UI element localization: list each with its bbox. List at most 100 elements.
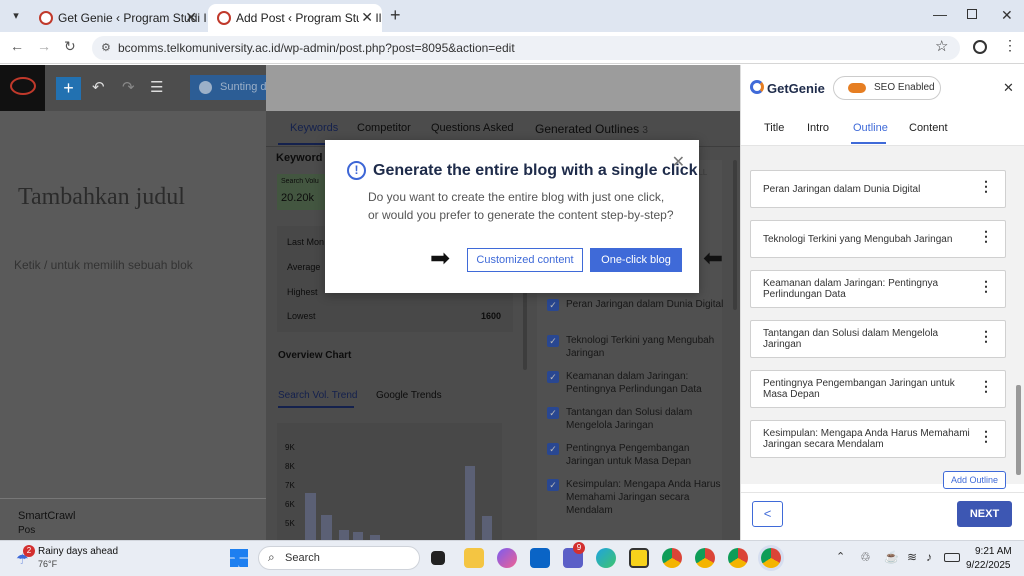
minimize-icon[interactable]: — bbox=[933, 6, 947, 22]
seo-icon bbox=[848, 83, 866, 93]
outline-card[interactable]: Keamanan dalam Jaringan: Pentingnya Perl… bbox=[750, 270, 1006, 308]
block-inserter-button[interactable]: + bbox=[56, 77, 81, 100]
chrome-profile-icon[interactable] bbox=[695, 548, 715, 568]
outlook-icon[interactable] bbox=[530, 548, 550, 568]
restore-icon[interactable] bbox=[967, 9, 977, 19]
volume-icon[interactable]: ♪ bbox=[926, 550, 932, 564]
taskbar-search[interactable]: ⌕ Search bbox=[258, 546, 420, 570]
modal-backdrop[interactable] bbox=[266, 65, 740, 540]
seo-enabled-badge[interactable]: SEO Enabled bbox=[833, 76, 941, 100]
outline-card-text: Kesimpulan: Mengapa Anda Harus Memahami … bbox=[763, 428, 970, 450]
teams-icon[interactable]: 9 bbox=[563, 542, 585, 568]
smartcrawl-subtitle: Pos bbox=[18, 525, 36, 536]
wifi-icon[interactable]: ≋ bbox=[907, 550, 917, 564]
genie-icon bbox=[199, 81, 212, 94]
undo-icon[interactable]: ↶ bbox=[92, 78, 105, 96]
close-sidebar-icon[interactable]: ✕ bbox=[1003, 80, 1014, 96]
weather-badge: 2 bbox=[23, 545, 35, 557]
chrome-profile-icon[interactable] bbox=[662, 548, 682, 568]
sidebar-scrollbar[interactable] bbox=[1016, 385, 1021, 475]
smartcrawl-title[interactable]: SmartCrawl bbox=[18, 510, 75, 522]
chrome-active-icon[interactable] bbox=[761, 548, 781, 568]
battery-icon[interactable] bbox=[944, 553, 960, 562]
browser-menu-icon[interactable]: ⋮ bbox=[1003, 37, 1017, 54]
more-options-icon[interactable]: ⋮ bbox=[979, 179, 993, 193]
site-favicon-icon bbox=[217, 11, 231, 25]
close-icon[interactable]: ✕ bbox=[672, 152, 685, 172]
sidebar-footer-divider bbox=[741, 492, 1024, 493]
browser-tab-get-genie[interactable]: Get Genie ‹ Program Studi Ilmu ✕ bbox=[30, 4, 206, 32]
getgenie-logo-icon bbox=[750, 80, 764, 94]
redo-icon[interactable]: ↷ bbox=[122, 78, 135, 96]
bookmark-star-icon[interactable]: ☆ bbox=[935, 37, 948, 55]
next-button[interactable]: NEXT bbox=[957, 501, 1012, 527]
site-logo-icon[interactable] bbox=[0, 65, 45, 111]
close-window-icon[interactable]: ✕ bbox=[1001, 7, 1013, 24]
tab-search-chevron-icon[interactable]: ▾ bbox=[7, 7, 25, 25]
new-tab-button[interactable]: + bbox=[390, 5, 401, 26]
outline-card-text: Teknologi Terkini yang Mengubah Jaringan bbox=[763, 233, 953, 245]
one-click-blog-button[interactable]: One-click blog bbox=[590, 248, 682, 272]
modal-body: Do you want to create the entire blog wi… bbox=[368, 190, 674, 222]
outline-card[interactable]: Peran Jaringan dalam Dunia Digital ⋮ bbox=[750, 170, 1006, 208]
teams-badge: 9 bbox=[573, 542, 585, 554]
site-info-icon[interactable]: ⚙ bbox=[101, 41, 111, 54]
getgenie-brand: GetGenie bbox=[767, 81, 825, 96]
file-explorer-icon[interactable] bbox=[464, 548, 484, 568]
site-favicon-icon bbox=[39, 11, 53, 25]
outline-card[interactable]: Kesimpulan: Mengapa Anda Harus Memahami … bbox=[750, 420, 1006, 458]
more-options-icon[interactable]: ⋮ bbox=[979, 279, 993, 293]
more-options-icon[interactable]: ⋮ bbox=[979, 429, 993, 443]
post-title-input[interactable]: Tambahkan judul bbox=[18, 184, 185, 211]
profile-icon[interactable] bbox=[973, 40, 987, 54]
close-tab-icon[interactable]: ✕ bbox=[359, 9, 373, 26]
customized-content-button[interactable]: Customized content bbox=[467, 248, 583, 272]
url-bar[interactable]: ⚙ bcomms.telkomuniversity.ac.id/wp-admin… bbox=[92, 36, 960, 60]
task-view-icon[interactable] bbox=[431, 551, 445, 565]
chrome-icon[interactable] bbox=[728, 548, 748, 568]
more-options-icon[interactable]: ⋮ bbox=[979, 329, 993, 343]
url-text: bcomms.telkomuniversity.ac.id/wp-admin/p… bbox=[118, 41, 515, 55]
reload-icon[interactable]: ↻ bbox=[64, 38, 76, 55]
outline-card-text: Peran Jaringan dalam Dunia Digital bbox=[763, 183, 921, 195]
tray-app-icon[interactable]: ♲ bbox=[860, 550, 871, 564]
tab-outline[interactable]: Outline bbox=[853, 122, 888, 134]
tab-title[interactable]: Title bbox=[764, 122, 784, 134]
forward-icon[interactable]: → bbox=[37, 38, 51, 54]
back-button[interactable]: < bbox=[752, 501, 783, 527]
clock-time[interactable]: 9:21 AM bbox=[975, 546, 1012, 557]
outline-card[interactable]: Tantangan dan Solusi dalam Mengelola Jar… bbox=[750, 320, 1006, 358]
tab-title: Get Genie ‹ Program Studi Ilmu bbox=[58, 11, 206, 25]
browser-tab-add-post[interactable]: Add Post ‹ Program Studi Ilmu ✕ bbox=[208, 4, 382, 32]
list-view-icon[interactable]: ☰ bbox=[150, 78, 163, 96]
clock-date[interactable]: 9/22/2025 bbox=[966, 560, 1011, 571]
close-tab-icon[interactable]: ✕ bbox=[185, 9, 197, 26]
modal-title: Generate the entire blog with a single c… bbox=[373, 162, 698, 179]
add-outline-button[interactable]: Add Outline bbox=[943, 471, 1006, 489]
weather-widget[interactable]: ☂ 2 Rainy days ahead 76°F bbox=[12, 545, 142, 573]
weather-title: Rainy days ahead bbox=[38, 546, 119, 557]
edge-icon[interactable] bbox=[596, 548, 616, 568]
weather-temp: 76°F bbox=[38, 559, 58, 569]
outline-card[interactable]: Pentingnya Pengembangan Jaringan untuk M… bbox=[750, 370, 1006, 408]
tab-intro[interactable]: Intro bbox=[807, 122, 829, 134]
more-options-icon[interactable]: ⋮ bbox=[979, 379, 993, 393]
sunting-label: Sunting de bbox=[220, 81, 266, 93]
outline-card[interactable]: Teknologi Terkini yang Mengubah Jaringan… bbox=[750, 220, 1006, 258]
outline-card-text: Keamanan dalam Jaringan: Pentingnya Perl… bbox=[763, 278, 939, 300]
arrow-left-icon: ⬅ bbox=[703, 245, 724, 272]
outline-card-text: Tantangan dan Solusi dalam Mengelola Jar… bbox=[763, 328, 939, 350]
tray-app-icon[interactable]: ☕ bbox=[884, 550, 899, 564]
more-options-icon[interactable]: ⋮ bbox=[979, 229, 993, 243]
info-icon: ! bbox=[347, 161, 366, 180]
back-icon[interactable]: ← bbox=[10, 38, 24, 54]
copilot-icon[interactable] bbox=[497, 548, 517, 568]
wp-editor-canvas bbox=[0, 111, 266, 540]
sticky-notes-icon[interactable] bbox=[629, 548, 649, 568]
sunting-button[interactable]: Sunting de bbox=[190, 75, 266, 100]
block-placeholder[interactable]: Ketik / untuk memilih sebuah blok bbox=[14, 258, 193, 272]
show-hidden-icons[interactable]: ⌃ bbox=[836, 550, 845, 563]
seo-label: SEO Enabled bbox=[874, 82, 935, 93]
outline-tab-underline bbox=[851, 142, 886, 144]
tab-content[interactable]: Content bbox=[909, 122, 948, 134]
